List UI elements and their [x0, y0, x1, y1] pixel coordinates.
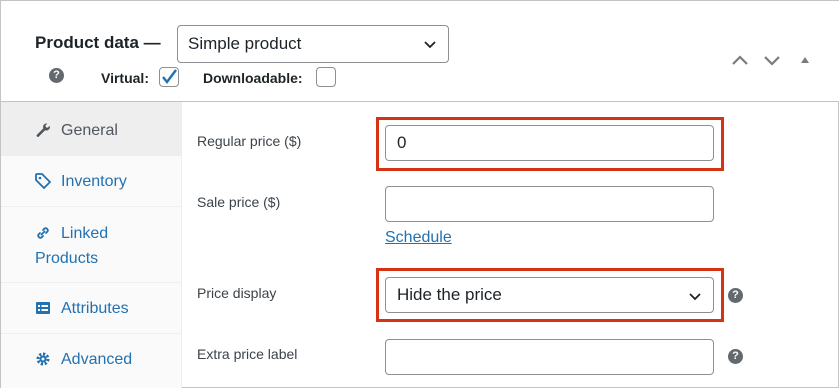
schedule-link[interactable]: Schedule [385, 229, 452, 247]
virtual-checkbox[interactable] [159, 67, 179, 87]
list-icon [36, 302, 50, 314]
tag-icon [35, 173, 51, 189]
regular-price-label: Regular price ($) [197, 133, 302, 149]
tab-linked-label-line2: Products [35, 250, 99, 267]
collapse-toggle-icon[interactable] [793, 48, 817, 72]
tab-attributes-label: Attributes [61, 300, 129, 317]
help-icon[interactable]: ? [728, 349, 743, 364]
product-data-panel: Product data — Simple product ? Virtual:… [0, 0, 839, 388]
sale-price-label: Sale price ($) [197, 194, 281, 210]
tab-linked-products[interactable]: Linked Products [1, 207, 181, 283]
tab-linked-label: Linked [61, 225, 109, 242]
sale-price-input[interactable] [385, 186, 714, 222]
price-display-value: Hide the price [397, 285, 502, 304]
wrench-icon [36, 123, 50, 137]
product-data-header: Product data — Simple product ? Virtual:… [1, 1, 839, 102]
chevron-down-icon [689, 293, 701, 301]
help-icon[interactable]: ? [49, 68, 64, 83]
tab-inventory[interactable]: Inventory [1, 156, 181, 207]
price-display-label: Price display [197, 285, 277, 301]
product-type-select[interactable]: Simple product [177, 25, 449, 63]
extra-price-input[interactable] [385, 339, 714, 375]
tab-general-label: General [61, 122, 118, 139]
tab-advanced-label: Advanced [61, 351, 133, 368]
tab-attributes[interactable]: Attributes [1, 283, 181, 334]
chevron-down-icon [424, 41, 436, 49]
tab-inventory-label: Inventory [61, 173, 127, 190]
product-data-title: Product data — [35, 33, 161, 52]
product-type-value: Simple product [188, 34, 302, 53]
move-up-icon[interactable] [728, 48, 752, 72]
price-display-select[interactable]: Hide the price [385, 277, 714, 313]
tab-advanced[interactable]: Advanced [1, 334, 181, 388]
link-icon [37, 227, 49, 239]
downloadable-checkbox[interactable] [316, 67, 336, 87]
product-data-tabs: General Inventory Linked Products Attrib… [1, 102, 182, 388]
checkmark-icon [162, 69, 177, 84]
help-icon[interactable]: ? [728, 288, 743, 303]
gear-icon [36, 352, 50, 366]
tab-general[interactable]: General [1, 102, 181, 156]
virtual-label: Virtual: [101, 70, 149, 86]
move-down-icon[interactable] [760, 48, 784, 72]
downloadable-label: Downloadable: [203, 70, 303, 86]
regular-price-input[interactable]: 0 [385, 125, 714, 161]
extra-price-label: Extra price label [197, 346, 298, 362]
